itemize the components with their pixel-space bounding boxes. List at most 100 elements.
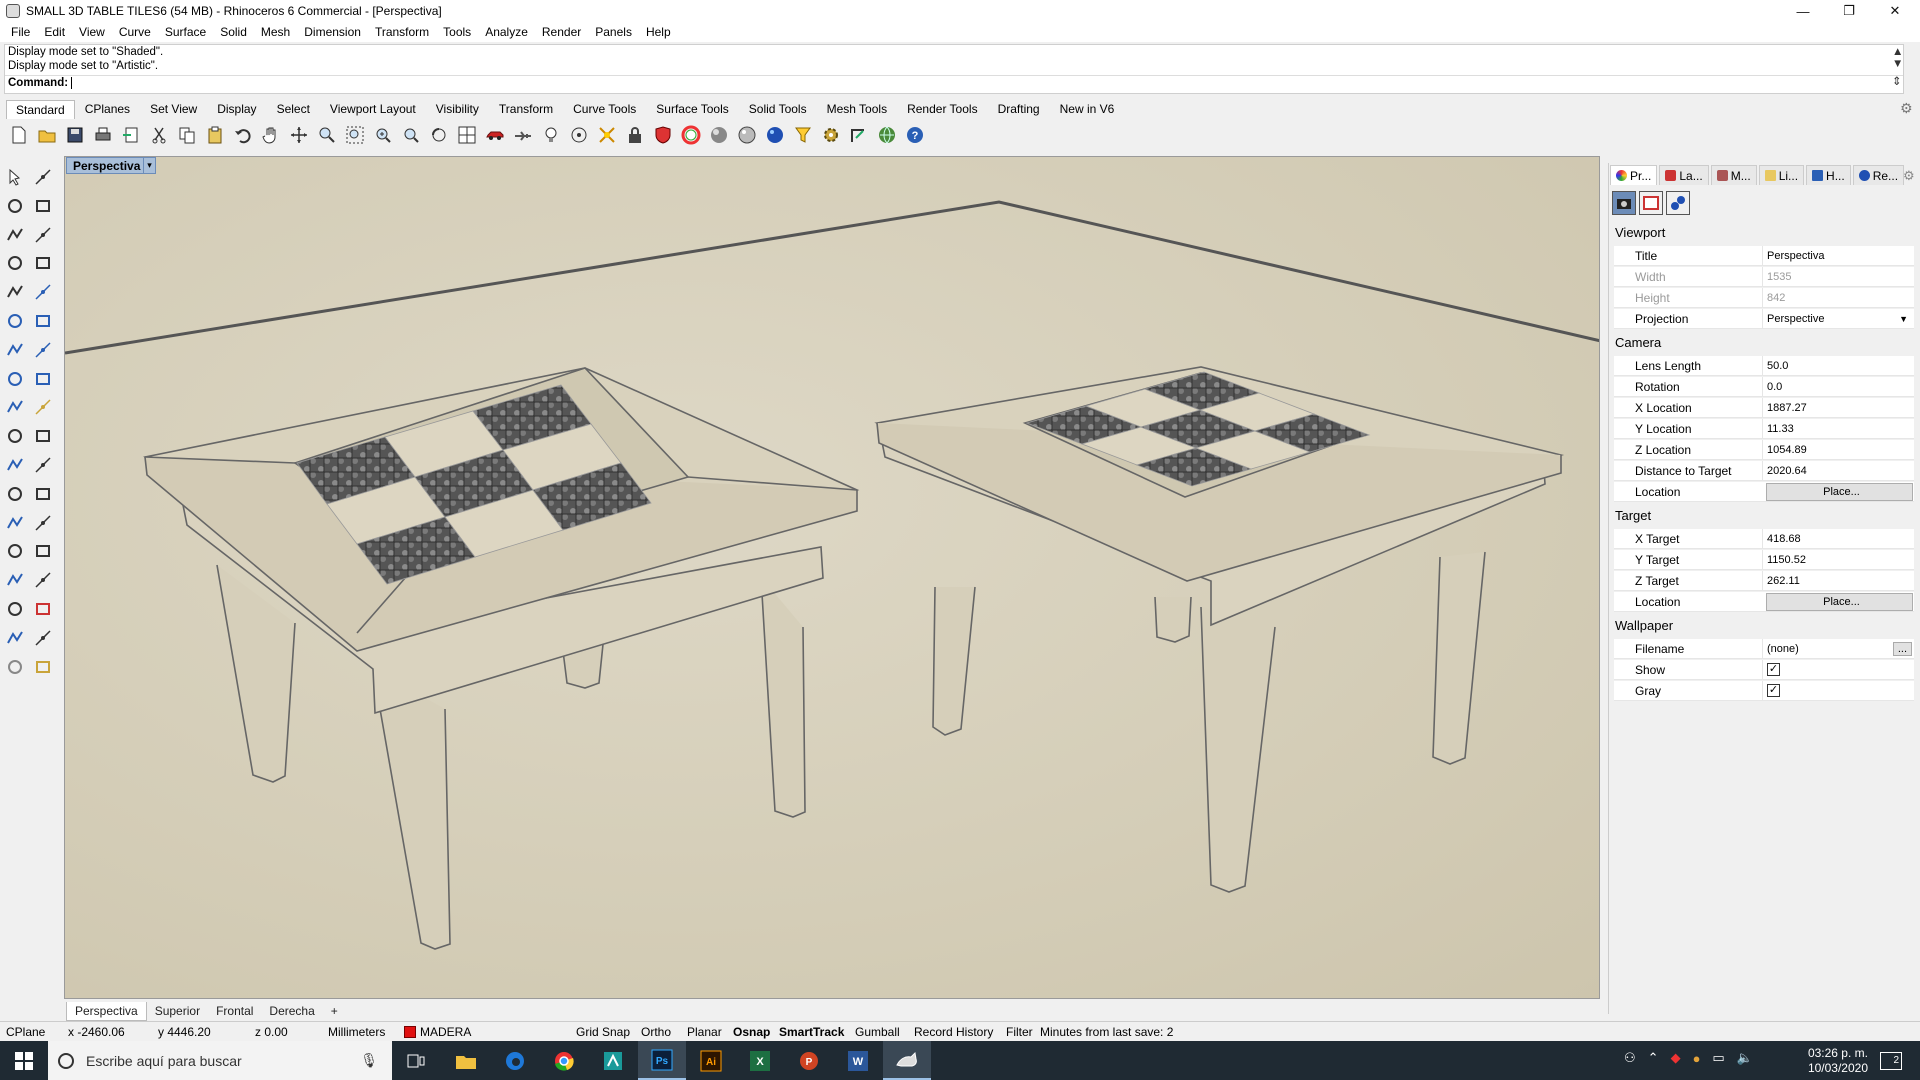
y-target-field[interactable]: 1150.52: [1762, 549, 1914, 570]
tray-chevron-up-icon[interactable]: ⌃: [1648, 1050, 1659, 1066]
polygon-icon[interactable]: [2, 250, 28, 276]
tab-select[interactable]: Select: [267, 99, 320, 119]
measure-icon[interactable]: [30, 567, 56, 593]
cplane-label[interactable]: CPlane: [6, 1025, 45, 1039]
camera-icon[interactable]: [1612, 191, 1636, 215]
menu-help[interactable]: Help: [639, 25, 678, 39]
ortho-toggle[interactable]: Ortho: [641, 1025, 671, 1039]
x-target-field[interactable]: 418.68: [1762, 528, 1914, 549]
rotate-view-icon[interactable]: [286, 122, 312, 148]
command-scroll-icon[interactable]: ⇕: [1889, 75, 1902, 89]
tab-set-view[interactable]: Set View: [140, 99, 207, 119]
move-icon[interactable]: [2, 423, 28, 449]
tab-curve-tools[interactable]: Curve Tools: [563, 99, 646, 119]
tab-mesh-tools[interactable]: Mesh Tools: [817, 99, 897, 119]
viewport-perspective[interactable]: [64, 156, 1600, 999]
current-layer[interactable]: MADERA: [404, 1025, 471, 1039]
tab-standard[interactable]: Standard: [6, 100, 75, 119]
menu-solid[interactable]: Solid: [213, 25, 254, 39]
y-location-field[interactable]: 11.33: [1762, 418, 1914, 439]
shaded-view-icon[interactable]: [2, 452, 28, 478]
target-place-button[interactable]: Place...: [1766, 592, 1913, 611]
menu-transform[interactable]: Transform: [368, 25, 436, 39]
menu-file[interactable]: File: [4, 25, 37, 39]
antivirus-icon[interactable]: ◆: [1671, 1050, 1681, 1066]
maximize-button[interactable]: ❐: [1826, 0, 1872, 22]
word-icon[interactable]: W: [834, 1041, 882, 1080]
cylinder-icon[interactable]: [2, 567, 28, 593]
add-viewport-tab-button[interactable]: +: [323, 1002, 346, 1020]
open-folder-icon[interactable]: [34, 122, 60, 148]
undo-view-icon[interactable]: [426, 122, 452, 148]
globe-icon[interactable]: [874, 122, 900, 148]
lamp-icon[interactable]: [30, 654, 56, 680]
camera-place-button[interactable]: Place...: [1766, 482, 1913, 501]
menu-dimension[interactable]: Dimension: [297, 25, 368, 39]
scale-icon[interactable]: [30, 510, 56, 536]
lightbulb-icon[interactable]: [538, 122, 564, 148]
curve-icon[interactable]: [30, 193, 56, 219]
osnap-toggle[interactable]: Osnap: [733, 1025, 770, 1039]
point-icon[interactable]: [566, 122, 592, 148]
circle-icon[interactable]: [2, 222, 28, 248]
display-settings-icon[interactable]: [1666, 191, 1690, 215]
tab-drafting[interactable]: Drafting: [988, 99, 1050, 119]
illustrator-icon[interactable]: Ai: [687, 1041, 735, 1080]
units-label[interactable]: Millimeters: [328, 1025, 385, 1039]
menu-curve[interactable]: Curve: [112, 25, 158, 39]
windows-start-icon[interactable]: [0, 1041, 48, 1080]
taskbar-clock[interactable]: 03:26 p. m. 10/03/2020: [1808, 1046, 1868, 1076]
zoom-window-icon[interactable]: [342, 122, 368, 148]
panel-tab-libraries[interactable]: Li...: [1758, 165, 1805, 185]
projection-select[interactable]: Perspective ▼: [1762, 308, 1914, 329]
zoom-extents-icon[interactable]: [370, 122, 396, 148]
print-icon[interactable]: [90, 122, 116, 148]
solid-tools-icon[interactable]: [30, 394, 56, 420]
gray-checkbox[interactable]: ✓: [1767, 684, 1780, 697]
show-checkbox[interactable]: ✓: [1767, 663, 1780, 676]
material-shield-icon[interactable]: [650, 122, 676, 148]
explode-icon[interactable]: [2, 394, 28, 420]
chevron-down-icon[interactable]: ▼: [1899, 314, 1914, 324]
menu-view[interactable]: View: [72, 25, 112, 39]
browse-button[interactable]: ...: [1892, 641, 1912, 656]
sweep-icon[interactable]: [30, 308, 56, 334]
cut-icon[interactable]: [146, 122, 172, 148]
filter-toggle[interactable]: Filter: [1006, 1025, 1033, 1039]
boolean-icon[interactable]: [30, 337, 56, 363]
viewport-menu-chevron-icon[interactable]: ▾: [143, 157, 156, 174]
grid-array-icon[interactable]: [2, 596, 28, 622]
store-app-icon[interactable]: [589, 1041, 637, 1080]
people-icon[interactable]: ⚇: [1624, 1050, 1636, 1066]
chrome-icon[interactable]: [540, 1041, 588, 1080]
airplane-icon[interactable]: [510, 122, 536, 148]
polyline-icon[interactable]: [2, 193, 28, 219]
rhinoceros-icon[interactable]: [883, 1041, 931, 1080]
tray-app-icon[interactable]: ●: [1693, 1051, 1701, 1066]
tab-viewport-layout[interactable]: Viewport Layout: [320, 99, 426, 119]
viewport-title-field[interactable]: Perspectiva: [1762, 245, 1914, 266]
tab-transform[interactable]: Transform: [489, 99, 563, 119]
smarttrack-toggle[interactable]: SmartTrack: [779, 1025, 844, 1039]
help-icon[interactable]: ?: [902, 122, 928, 148]
scroll-down-icon[interactable]: ▼: [1889, 57, 1903, 71]
surface-icon[interactable]: [2, 308, 28, 334]
panel-tab-render[interactable]: Re...: [1852, 165, 1905, 185]
gear-icon[interactable]: ⚙: [1900, 100, 1913, 117]
distance-icon[interactable]: [30, 596, 56, 622]
point-icon[interactable]: [30, 164, 56, 190]
powerpoint-icon[interactable]: P: [785, 1041, 833, 1080]
task-view-icon[interactable]: [392, 1041, 440, 1080]
minimize-button[interactable]: —: [1780, 0, 1826, 22]
rotate-icon[interactable]: [2, 481, 28, 507]
group-icon[interactable]: [30, 452, 56, 478]
new-file-icon[interactable]: [6, 122, 32, 148]
render-sphere-icon[interactable]: [762, 122, 788, 148]
tab-cplanes[interactable]: CPlanes: [75, 99, 140, 119]
edit-surface-icon[interactable]: [30, 366, 56, 392]
rotation-field[interactable]: 0.0: [1762, 376, 1914, 397]
menu-edit[interactable]: Edit: [37, 25, 72, 39]
panel-tab-materials[interactable]: M...: [1710, 165, 1757, 185]
z-target-field[interactable]: 262.11: [1762, 570, 1914, 591]
text-icon[interactable]: [2, 510, 28, 536]
